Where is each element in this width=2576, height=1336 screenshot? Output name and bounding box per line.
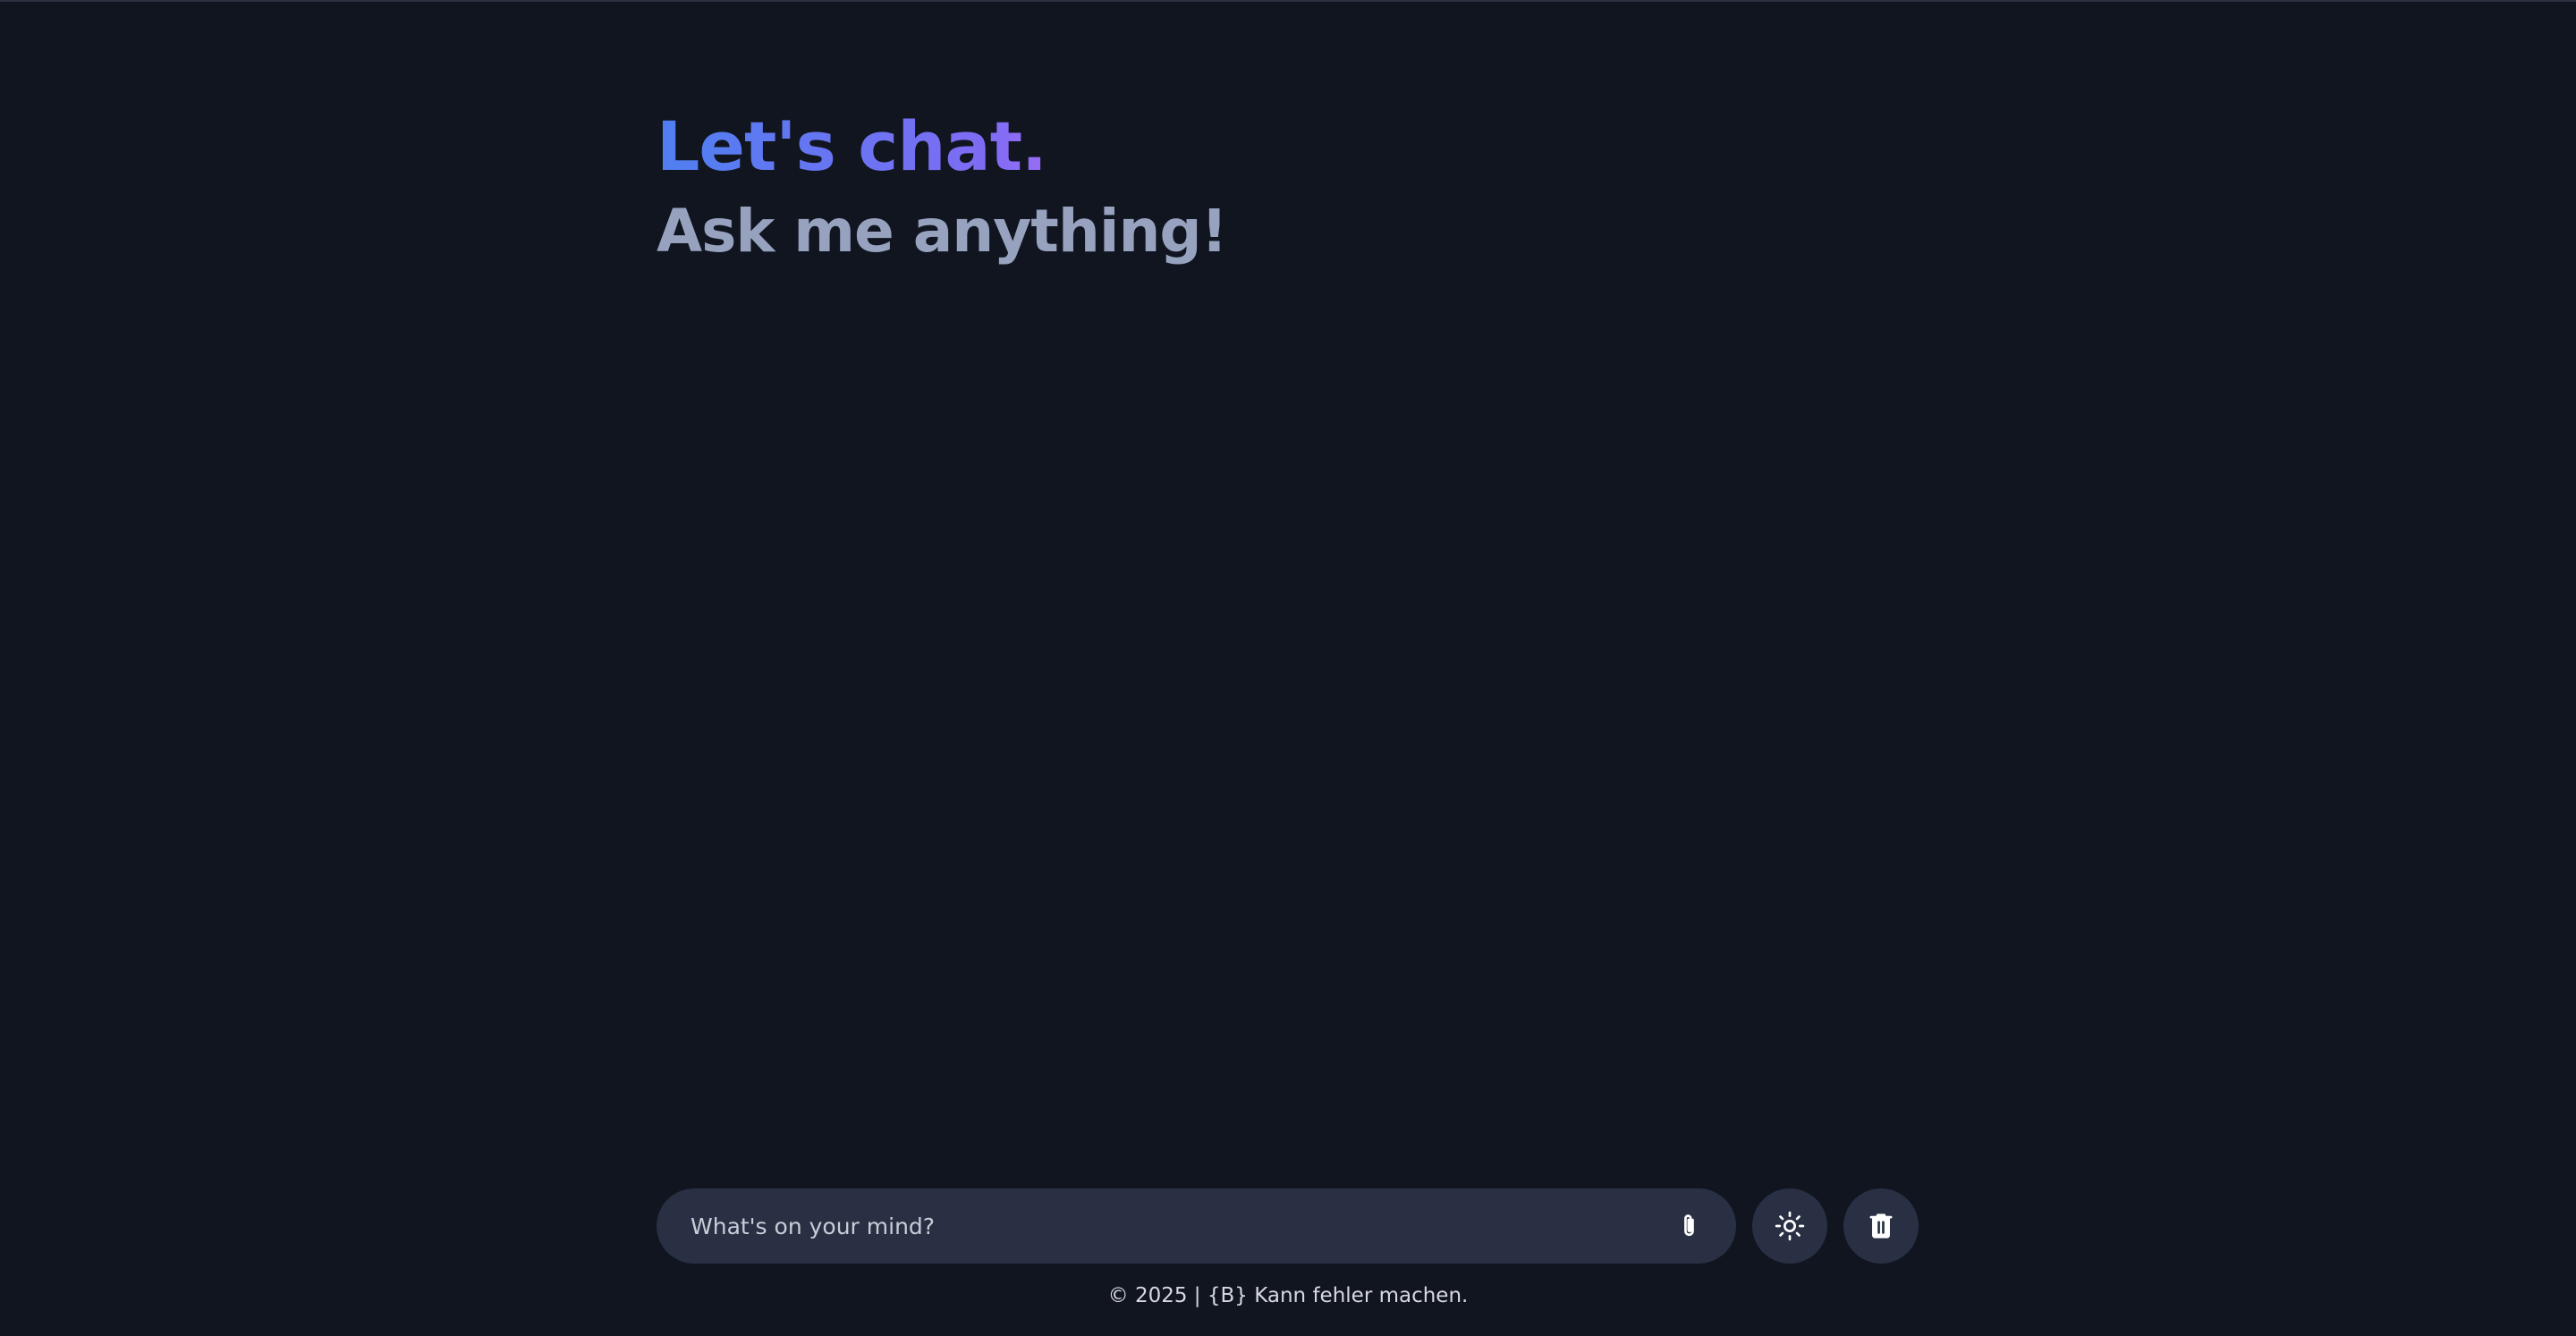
prompt-box <box>657 1188 1736 1264</box>
chat-header: Let's chat. Ask me anything! <box>657 102 1228 272</box>
greeting-title: Let's chat. <box>657 102 1047 191</box>
prompt-composer <box>657 1188 1919 1264</box>
theme-toggle-button[interactable] <box>1752 1188 1827 1264</box>
attach-file-button[interactable] <box>1668 1205 1711 1247</box>
sun-icon <box>1775 1211 1805 1241</box>
trash-icon <box>1868 1212 1894 1240</box>
prompt-input[interactable] <box>689 1212 1668 1240</box>
greeting-subtitle: Ask me anything! <box>657 197 1228 266</box>
footer-disclaimer: © 2025 | {B} Kann fehler machen. <box>1107 1284 1469 1307</box>
delete-chat-button[interactable] <box>1843 1188 1919 1264</box>
paperclip-icon <box>1677 1212 1702 1240</box>
